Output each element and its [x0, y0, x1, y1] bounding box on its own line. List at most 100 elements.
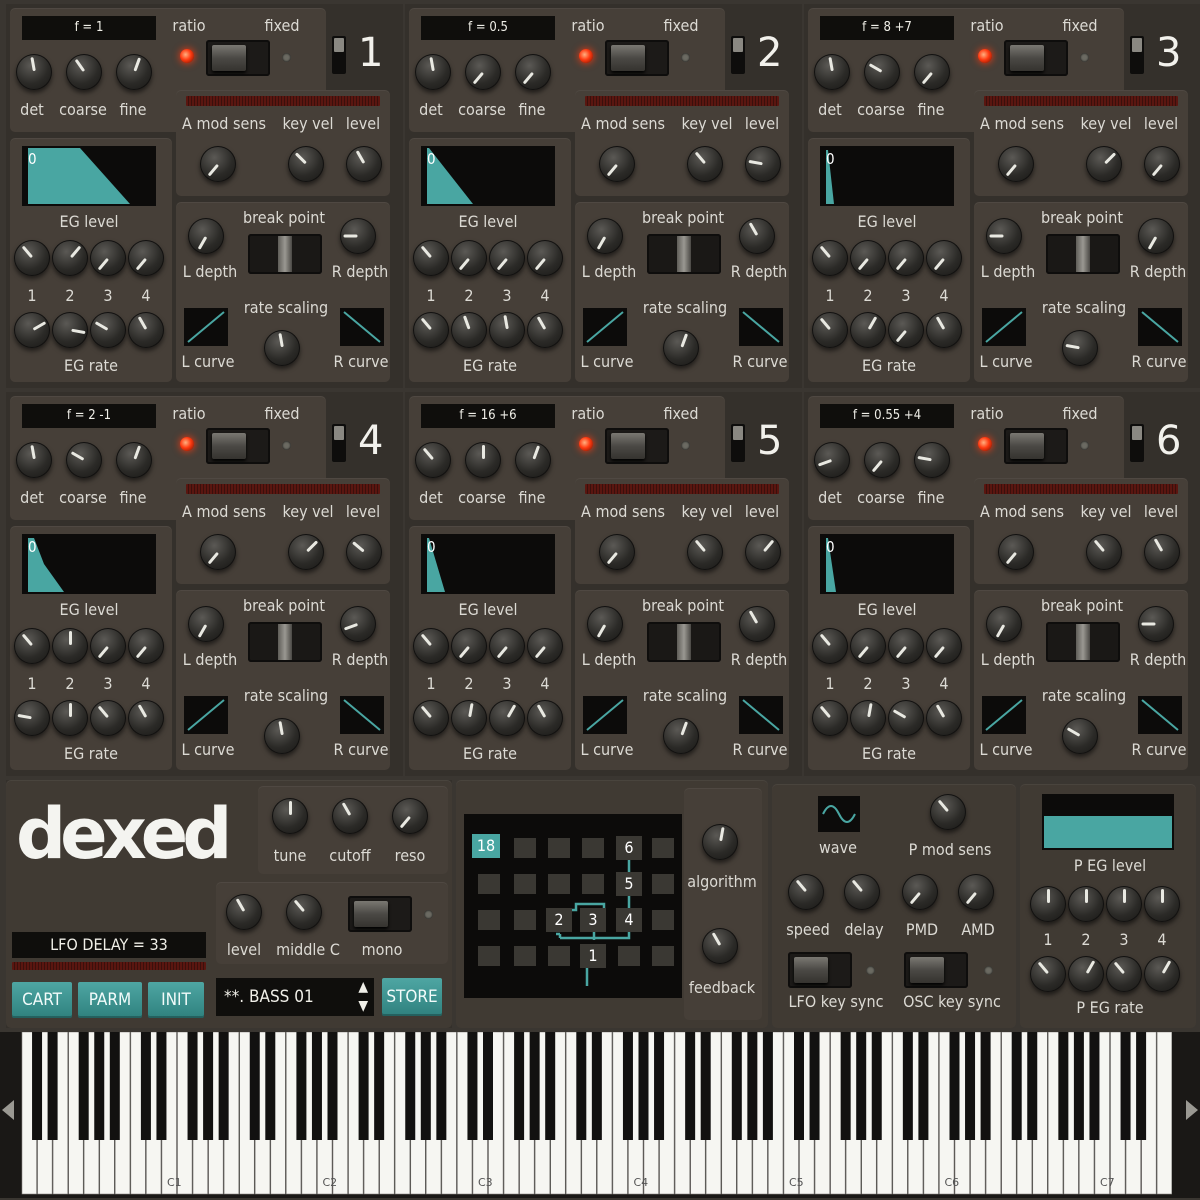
op5-eg-level-2-knob[interactable]: [451, 628, 487, 664]
black-key[interactable]: [918, 1032, 929, 1140]
op4-eg-level-4-knob[interactable]: [128, 628, 164, 664]
op4-eg-rate-1-knob[interactable]: [14, 700, 50, 736]
op5-amod-knob[interactable]: [599, 534, 635, 570]
op1-eg-level-1-knob[interactable]: [14, 240, 50, 276]
op5-detune-knob[interactable]: [415, 442, 451, 478]
algorithm-knob[interactable]: [702, 824, 738, 860]
op4-keyvel-knob[interactable]: [288, 534, 324, 570]
op5-eg-level-3-knob[interactable]: [489, 628, 525, 664]
op6-coarse-knob[interactable]: [864, 442, 900, 478]
p-eg-rate-2-knob[interactable]: [1068, 956, 1104, 992]
cutoff-knob[interactable]: [332, 798, 368, 834]
black-key[interactable]: [420, 1032, 431, 1140]
op5-eg-level-1-knob[interactable]: [413, 628, 449, 664]
op2-level-knob[interactable]: [745, 146, 781, 182]
op3-keyvel-knob[interactable]: [1086, 146, 1122, 182]
op1-enable-switch[interactable]: [332, 36, 346, 74]
op4-coarse-knob[interactable]: [66, 442, 102, 478]
keyboard-keys[interactable]: C1 C2 C3 C4 C5 C6 C7: [0, 1031, 1200, 1198]
op2-eg-level-4-knob[interactable]: [527, 240, 563, 276]
op3-eg-level-1-knob[interactable]: [812, 240, 848, 276]
op3-break-point-slider[interactable]: [1046, 234, 1120, 274]
op5-coarse-knob[interactable]: [465, 442, 501, 478]
black-key[interactable]: [685, 1032, 696, 1140]
op6-eg-rate-4-knob[interactable]: [926, 700, 962, 736]
op5-level-knob[interactable]: [745, 534, 781, 570]
black-key[interactable]: [809, 1032, 820, 1140]
black-key[interactable]: [949, 1032, 960, 1140]
black-key[interactable]: [436, 1032, 447, 1140]
op5-eg-level-4-knob[interactable]: [527, 628, 563, 664]
op2-eg-rate-3-knob[interactable]: [489, 312, 525, 348]
op3-eg-rate-1-knob[interactable]: [812, 312, 848, 348]
op4-eg-rate-4-knob[interactable]: [128, 700, 164, 736]
op5-ratio-fixed-switch[interactable]: [605, 428, 669, 464]
p-eg-level-1-knob[interactable]: [1030, 886, 1066, 922]
op3-l-depth-knob[interactable]: [986, 218, 1022, 254]
black-key[interactable]: [731, 1032, 742, 1140]
op2-l-depth-knob[interactable]: [587, 218, 623, 254]
black-key[interactable]: [794, 1032, 804, 1140]
op1-break-point-slider[interactable]: [248, 234, 322, 274]
op4-level-knob[interactable]: [346, 534, 382, 570]
black-key[interactable]: [529, 1032, 540, 1140]
p-eg-rate-3-knob[interactable]: [1106, 956, 1142, 992]
mono-switch[interactable]: [348, 896, 412, 932]
lfo-speed-knob[interactable]: [788, 874, 824, 910]
op2-amod-knob[interactable]: [599, 146, 635, 182]
black-key[interactable]: [140, 1032, 151, 1140]
master-level-knob[interactable]: [226, 894, 262, 930]
black-key[interactable]: [1136, 1032, 1147, 1140]
op2-eg-rate-2-knob[interactable]: [451, 312, 487, 348]
op6-keyvel-knob[interactable]: [1086, 534, 1122, 570]
scroll-left-arrow-icon[interactable]: [2, 1100, 14, 1120]
black-key[interactable]: [203, 1032, 214, 1140]
op1-eg-rate-2-knob[interactable]: [52, 312, 88, 348]
op5-eg-rate-1-knob[interactable]: [413, 700, 449, 736]
op2-ratio-fixed-switch[interactable]: [605, 40, 669, 76]
black-key[interactable]: [1058, 1032, 1069, 1140]
op4-amod-knob[interactable]: [200, 534, 236, 570]
op1-rate-scaling-knob[interactable]: [264, 330, 300, 366]
reso-knob[interactable]: [392, 798, 428, 834]
op3-rate-scaling-knob[interactable]: [1062, 330, 1098, 366]
black-key[interactable]: [1027, 1032, 1038, 1140]
op4-eg-level-1-knob[interactable]: [14, 628, 50, 664]
op1-ratio-fixed-switch[interactable]: [206, 40, 270, 76]
op6-eg-level-4-knob[interactable]: [926, 628, 962, 664]
op1-eg-rate-4-knob[interactable]: [128, 312, 164, 348]
black-key[interactable]: [514, 1032, 525, 1140]
black-key[interactable]: [358, 1032, 369, 1140]
op3-eg-rate-2-knob[interactable]: [850, 312, 886, 348]
lfo-wave-display[interactable]: [818, 796, 860, 832]
op5-eg-rate-3-knob[interactable]: [489, 700, 525, 736]
osc-key-sync-switch[interactable]: [904, 952, 968, 988]
black-key[interactable]: [980, 1032, 991, 1140]
black-key[interactable]: [296, 1032, 307, 1140]
op1-coarse-knob[interactable]: [66, 54, 102, 90]
op1-fine-knob[interactable]: [116, 54, 152, 90]
op6-l-depth-knob[interactable]: [986, 606, 1022, 642]
op1-r-depth-knob[interactable]: [340, 218, 376, 254]
op6-amod-knob[interactable]: [998, 534, 1034, 570]
lfo-key-sync-switch[interactable]: [788, 952, 852, 988]
store-button[interactable]: STORE: [382, 978, 442, 1016]
black-key[interactable]: [265, 1032, 276, 1140]
black-key[interactable]: [1089, 1032, 1100, 1140]
scroll-right-arrow-icon[interactable]: [1186, 1100, 1198, 1120]
black-key[interactable]: [747, 1032, 758, 1140]
amd-knob[interactable]: [958, 874, 994, 910]
op4-enable-switch[interactable]: [332, 424, 346, 462]
program-updown-icon[interactable]: ▲ ▼: [358, 978, 368, 1016]
op6-break-point-slider[interactable]: [1046, 622, 1120, 662]
op2-rate-scaling-knob[interactable]: [663, 330, 699, 366]
op2-eg-rate-1-knob[interactable]: [413, 312, 449, 348]
p-mod-sens-knob[interactable]: [930, 794, 966, 830]
black-key[interactable]: [187, 1032, 198, 1140]
black-key[interactable]: [218, 1032, 229, 1140]
op1-eg-level-2-knob[interactable]: [52, 240, 88, 276]
op2-r-depth-knob[interactable]: [739, 218, 775, 254]
p-eg-level-4-knob[interactable]: [1144, 886, 1180, 922]
init-button[interactable]: INIT: [148, 982, 204, 1018]
black-key[interactable]: [654, 1032, 665, 1140]
